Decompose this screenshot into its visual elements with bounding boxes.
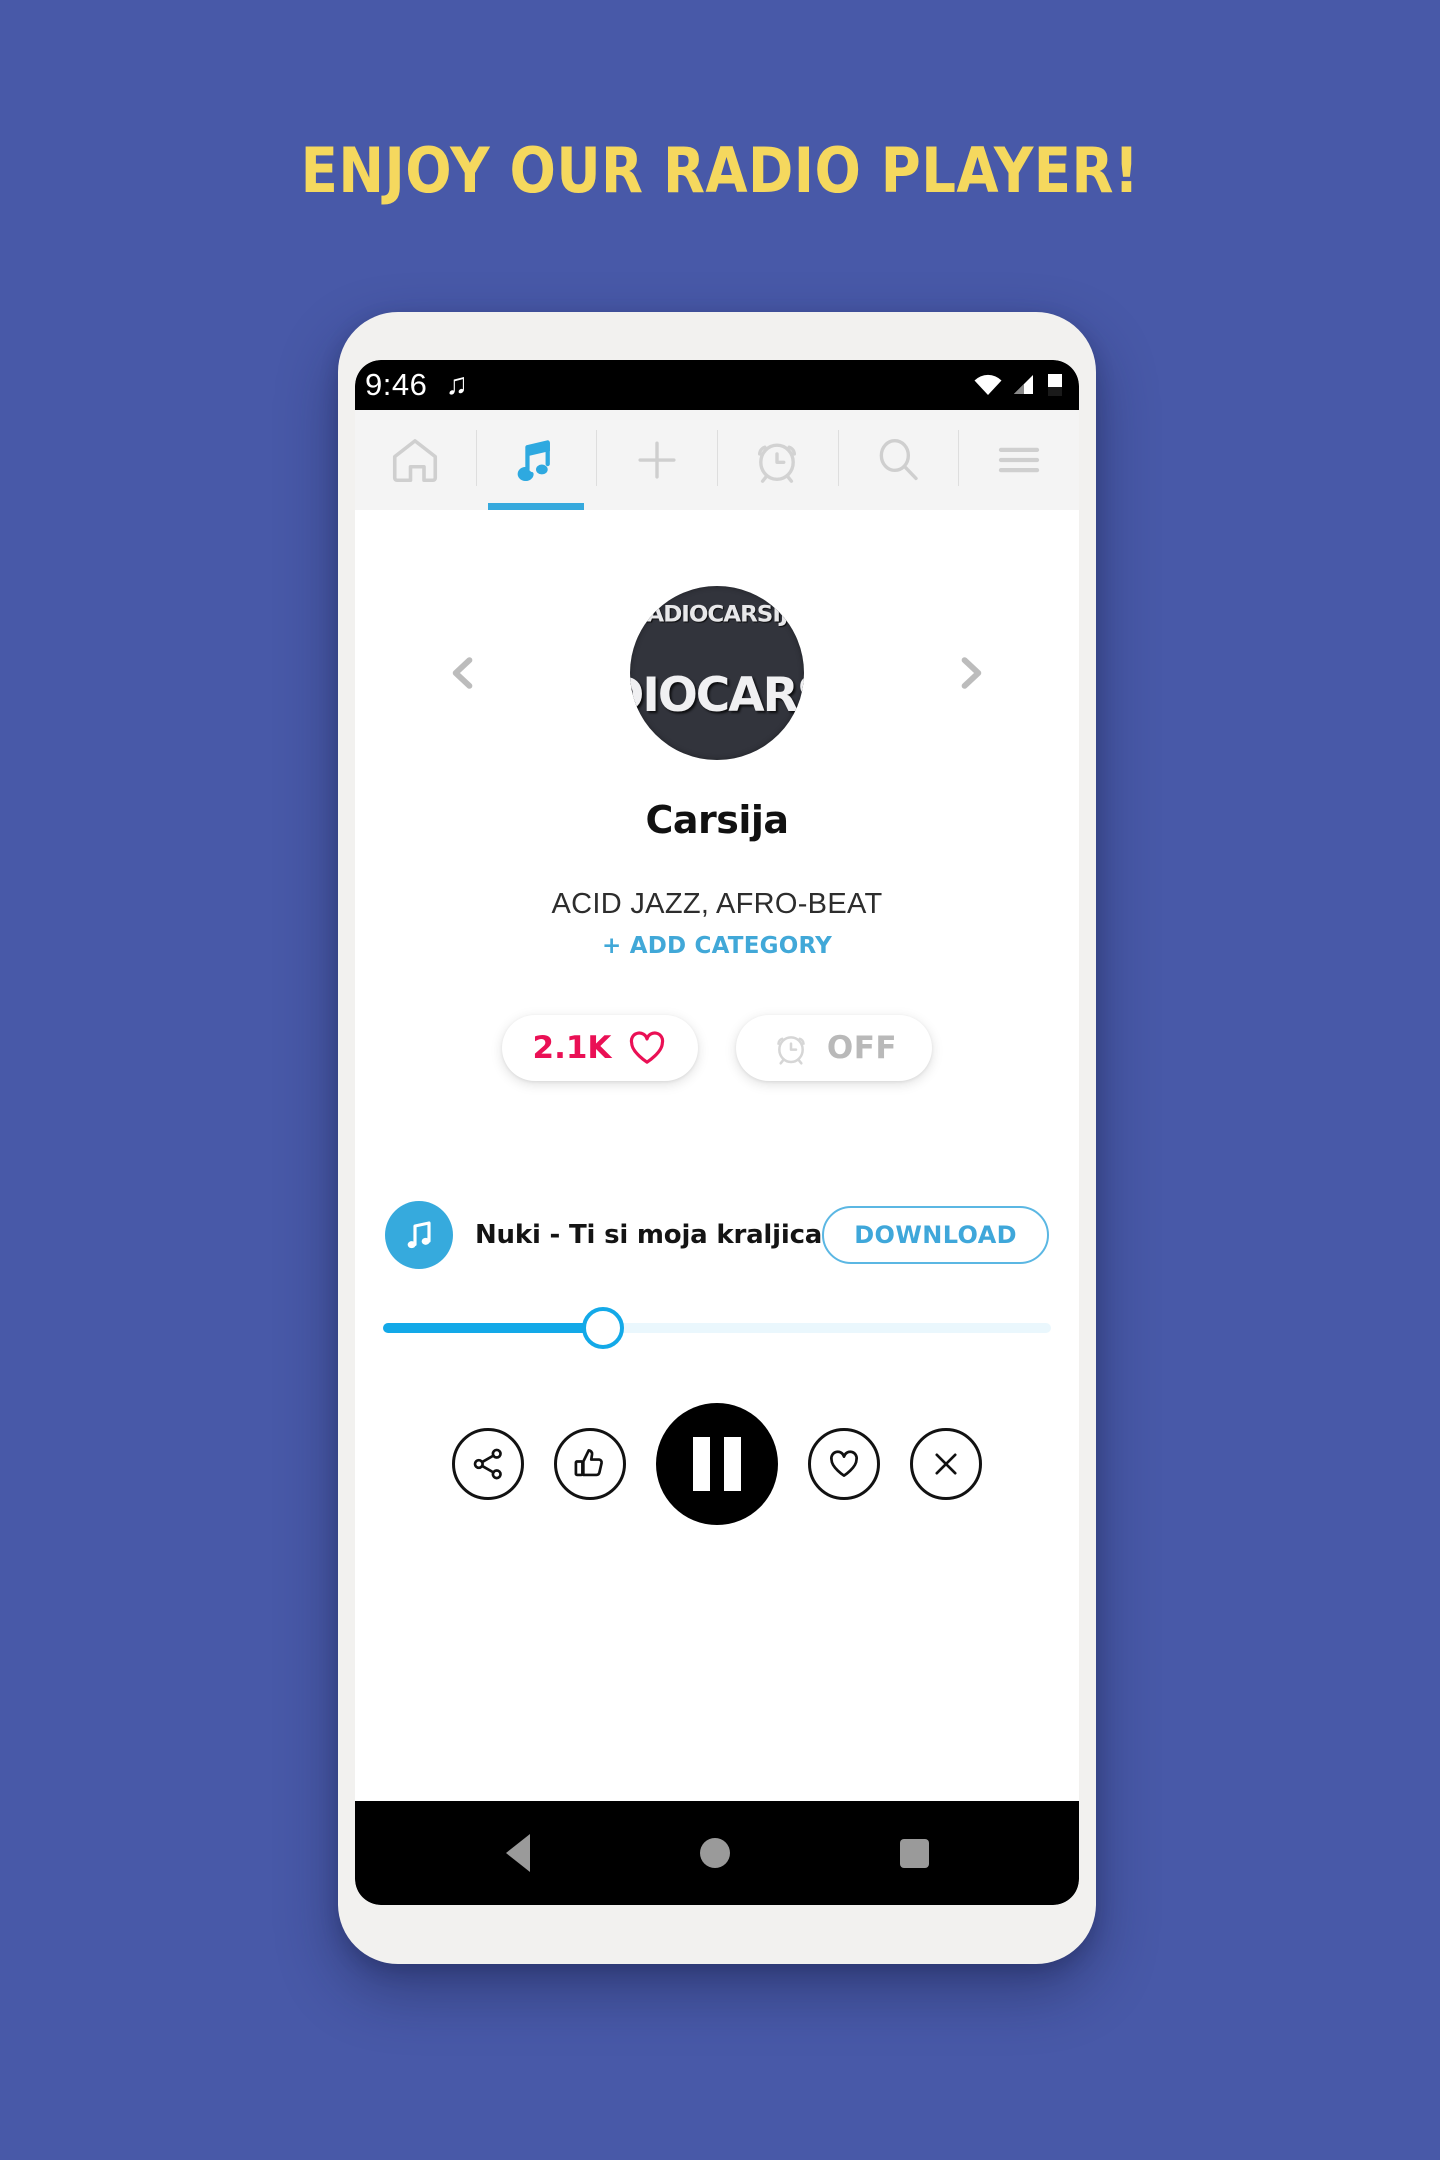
pause-icon	[693, 1437, 741, 1491]
favorite-button[interactable]	[808, 1428, 880, 1500]
like-chip[interactable]: 2.1K	[502, 1015, 698, 1081]
music-note-circle-icon	[385, 1201, 453, 1269]
close-x-icon	[935, 1453, 957, 1475]
progress-slider[interactable]	[355, 1305, 1079, 1351]
phone-mockup: 9:46 ♫ RADIOCARSIJA IOCAR Carsija ACID J…	[338, 312, 1096, 1964]
signal-icon	[1014, 375, 1033, 394]
alarm-clock-icon	[758, 443, 797, 483]
chevron-right-icon	[961, 657, 982, 689]
station-carousel: RADIOCARSIJA DIOCARS	[355, 578, 1079, 768]
heart-outline-icon	[830, 1450, 858, 1477]
like-count: 2.1K	[532, 1030, 612, 1066]
search-icon	[879, 438, 918, 481]
chevron-left-icon	[452, 657, 473, 689]
circle-home-icon[interactable]	[699, 1838, 730, 1868]
artwork-main-text: DIOCARS	[630, 668, 804, 723]
slider-track[interactable]	[383, 1307, 1051, 1349]
thumbs-up-icon	[574, 1449, 603, 1477]
triangle-back-icon[interactable]	[505, 1834, 530, 1872]
status-icons	[973, 372, 1063, 398]
music-note-glyph-icon	[407, 1221, 431, 1249]
music-note-status-icon: ♫	[445, 368, 468, 401]
carousel-prev-button[interactable]	[433, 643, 493, 703]
pause-button[interactable]	[656, 1403, 778, 1525]
player-controls	[355, 1403, 1079, 1525]
android-nav-bar	[355, 1801, 1079, 1905]
tab-alarm[interactable]	[717, 410, 838, 510]
home-icon	[393, 439, 438, 483]
slider-thumb[interactable]	[582, 1307, 625, 1349]
heart-outline-icon	[630, 1031, 665, 1064]
download-button[interactable]: DOWNLOAD	[822, 1206, 1049, 1264]
tab-home[interactable]	[355, 410, 476, 510]
close-button[interactable]	[910, 1428, 982, 1500]
now-playing-row: Nuki - Ti si moja kraljica DOWNLOAD	[355, 1201, 1079, 1269]
station-name: Carsija	[645, 798, 789, 842]
alarm-chip[interactable]: OFF	[736, 1015, 932, 1081]
slider-fill	[383, 1323, 604, 1333]
alarm-status-label: OFF	[826, 1030, 898, 1066]
battery-icon	[1048, 374, 1062, 396]
plus-icon	[638, 441, 676, 479]
share-icon	[473, 1448, 502, 1480]
music-note-icon	[517, 440, 550, 481]
status-time: 9:46	[365, 367, 428, 402]
hamburger-menu-icon	[998, 447, 1039, 473]
tab-indicator	[487, 503, 585, 510]
page-headline: ENJOY OUR RADIO PLAYER!	[300, 134, 1140, 207]
thumbs-up-button[interactable]	[554, 1428, 626, 1500]
square-recents-icon[interactable]	[899, 1838, 929, 1868]
phone-screen: 9:46 ♫ RADIOCARSIJA IOCAR Carsija ACID J…	[355, 360, 1079, 1905]
tab-add[interactable]	[596, 410, 717, 510]
share-button[interactable]	[452, 1428, 524, 1500]
status-bar: 9:46 ♫	[355, 360, 1079, 410]
add-category-link[interactable]: + ADD CATEGORY	[355, 933, 1079, 959]
tab-menu[interactable]	[958, 410, 1079, 510]
tab-music[interactable]	[475, 410, 597, 510]
tab-search[interactable]	[837, 410, 959, 510]
carousel-next-button[interactable]	[941, 643, 1001, 703]
alarm-clock-icon	[777, 1036, 805, 1065]
station-artwork[interactable]: RADIOCARSIJA DIOCARS	[630, 586, 804, 760]
top-tab-bar	[355, 410, 1079, 510]
wifi-icon	[974, 374, 1002, 395]
station-action-chips: 2.1K OFF	[355, 1015, 1079, 1081]
now-playing-title: Nuki - Ti si moja kraljica	[475, 1220, 823, 1250]
artwork-top-text: RADIOCARSIJA	[630, 602, 804, 628]
station-categories: ACID JAZZ, AFRO-BEAT	[551, 888, 883, 920]
player-content: RADIOCARSIJA DIOCARS Carsija ACID JAZZ, …	[355, 578, 1079, 1869]
